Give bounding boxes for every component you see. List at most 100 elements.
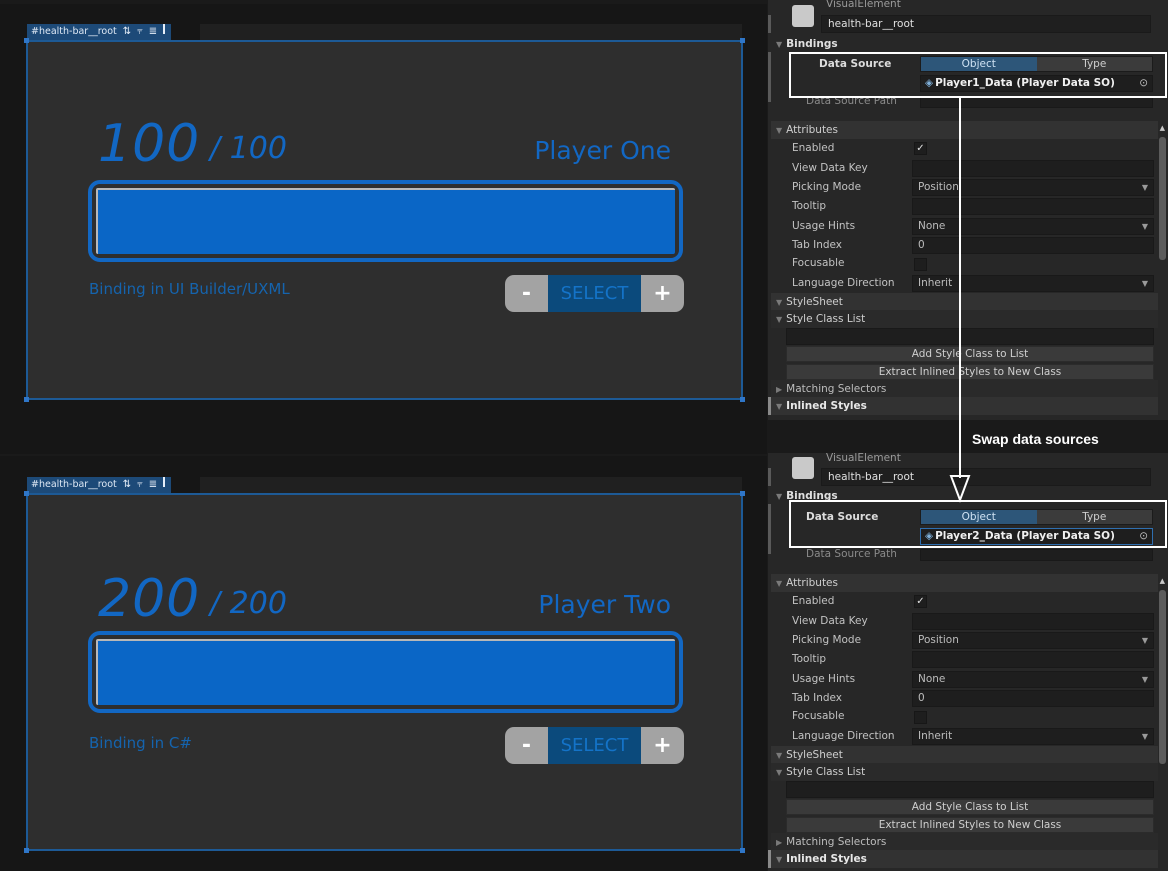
align-top-icon[interactable]: ⫧ <box>137 477 143 493</box>
tab-index-label: Tab Index <box>792 692 843 704</box>
style-class-list-header-label: Style Class List <box>786 313 866 325</box>
language-direction-dropdown[interactable]: Inherit ▼ <box>912 728 1154 745</box>
usage-hints-value: None <box>918 673 946 685</box>
triangle-icon: ▼ <box>776 579 783 588</box>
style-class-input[interactable] <box>786 781 1154 798</box>
stylesheet-header[interactable]: ▼ StyleSheet <box>771 746 1158 764</box>
focusable-checkbox[interactable] <box>914 258 927 271</box>
triangle-icon: ▼ <box>776 768 783 777</box>
player-selector: - SELECT + <box>505 727 684 764</box>
inlined-styles-label: Inlined Styles <box>786 853 867 865</box>
scrollbar[interactable] <box>1159 590 1166 764</box>
enabled-checkbox[interactable]: ✓ <box>914 595 927 608</box>
checkmark-icon: ✓ <box>916 143 925 154</box>
resize-handle[interactable] <box>24 848 29 853</box>
health-bar-panel[interactable]: 200 / 200 Player Two Binding in C# - SEL… <box>24 491 745 853</box>
triangle-icon: ▼ <box>776 402 783 411</box>
sort-icon[interactable]: ⇅ <box>123 477 131 493</box>
resize-handle[interactable] <box>740 491 745 496</box>
player-name: Player One <box>534 136 671 165</box>
triangle-icon: ▶ <box>776 838 783 847</box>
pin-right-icon[interactable] <box>163 477 166 493</box>
decrement-button[interactable]: - <box>505 727 548 764</box>
matching-selectors-label: Matching Selectors <box>786 383 887 395</box>
triangle-icon: ▼ <box>776 315 783 324</box>
highlight-box <box>789 52 1167 98</box>
usage-hints-dropdown[interactable]: None ▼ <box>912 671 1154 688</box>
stylesheet-header-label: StyleSheet <box>786 296 843 308</box>
element-type: VisualElement <box>826 0 901 10</box>
usage-hints-label: Usage Hints <box>792 220 856 232</box>
hp-max: / 100 <box>210 131 287 166</box>
health-bar <box>88 631 683 713</box>
align-middle-icon[interactable]: ≣ <box>149 24 157 40</box>
health-bar-fill <box>96 639 675 705</box>
align-middle-icon[interactable]: ≣ <box>149 477 157 493</box>
element-type: VisualElement <box>826 452 901 464</box>
scroll-up-icon[interactable]: ▲ <box>1160 577 1165 585</box>
stylesheet-header-label: StyleSheet <box>786 749 843 761</box>
hp-current: 100 <box>98 114 201 174</box>
scrollbar[interactable] <box>1159 137 1166 260</box>
chevron-down-icon: ▼ <box>1141 675 1148 684</box>
element-tag[interactable]: #health-bar__root ⇅ ⫧ ≣ <box>27 477 172 493</box>
picking-mode-label: Picking Mode <box>792 634 862 646</box>
add-style-class-button[interactable]: Add Style Class to List <box>786 799 1154 815</box>
binding-caption: Binding in C# <box>89 734 192 752</box>
style-class-list-header[interactable]: ▼ Style Class List <box>771 763 1158 781</box>
swap-arrow-head <box>949 475 971 503</box>
tooltip-label: Tooltip <box>792 653 827 665</box>
increment-button[interactable]: + <box>641 275 684 312</box>
picking-mode-dropdown[interactable]: Position ▼ <box>912 632 1154 649</box>
inlined-styles-header[interactable]: ▼ Inlined Styles <box>771 850 1158 868</box>
health-bar-panel[interactable]: 100 / 100 Player One Binding in UI Build… <box>24 38 745 402</box>
attributes-header-label: Attributes <box>786 577 838 589</box>
scroll-up-icon[interactable]: ▲ <box>1160 124 1165 132</box>
data-source-path-field[interactable] <box>920 549 1153 561</box>
inspector-bottom: VisualElement health-bar__root ▼ Bindings… <box>768 452 1168 871</box>
resize-handle[interactable] <box>24 38 29 43</box>
triangle-icon: ▼ <box>776 751 783 760</box>
matching-selectors-label: Matching Selectors <box>786 836 887 848</box>
tooltip-field[interactable] <box>912 651 1154 668</box>
select-button[interactable]: SELECT <box>548 275 641 312</box>
left-divider <box>768 504 771 554</box>
matching-selectors-header[interactable]: ▶ Matching Selectors <box>771 833 1158 851</box>
resize-handle[interactable] <box>740 397 745 402</box>
tab-index-field[interactable]: 0 <box>912 690 1154 707</box>
view-data-key-label: View Data Key <box>792 615 868 627</box>
element-tag-label: #health-bar__root <box>31 26 117 37</box>
attributes-header-label: Attributes <box>786 124 838 136</box>
align-top-icon[interactable]: ⫧ <box>137 24 143 40</box>
player-name: Player Two <box>538 590 671 619</box>
inlined-styles-label: Inlined Styles <box>786 400 867 412</box>
extract-inlined-styles-button[interactable]: Extract Inlined Styles to New Class <box>786 817 1154 833</box>
element-name-field[interactable]: health-bar__root <box>821 468 1151 486</box>
enabled-checkbox[interactable]: ✓ <box>914 142 927 155</box>
sort-icon[interactable]: ⇅ <box>123 24 131 40</box>
checkmark-icon: ✓ <box>916 596 925 607</box>
tag-strip <box>200 477 742 493</box>
pin-right-icon[interactable] <box>163 24 166 40</box>
tab-index-label: Tab Index <box>792 239 843 251</box>
decrement-button[interactable]: - <box>505 275 548 312</box>
select-button[interactable]: SELECT <box>548 727 641 764</box>
enabled-label: Enabled <box>792 142 835 154</box>
increment-button[interactable]: + <box>641 727 684 764</box>
left-divider <box>768 15 771 33</box>
element-name-field[interactable]: health-bar__root <box>821 15 1151 33</box>
element-icon <box>792 457 814 479</box>
element-tag[interactable]: #health-bar__root ⇅ ⫧ ≣ <box>27 24 172 40</box>
attributes-header[interactable]: ▼ Attributes <box>771 574 1158 592</box>
triangle-icon: ▼ <box>776 492 783 501</box>
bindings-header[interactable]: ▼ Bindings <box>771 35 1158 53</box>
view-data-key-field[interactable] <box>912 613 1154 630</box>
highlight-box <box>789 500 1167 548</box>
resize-handle[interactable] <box>24 397 29 402</box>
language-direction-label: Language Direction <box>792 730 895 742</box>
focusable-checkbox[interactable] <box>914 711 927 724</box>
resize-handle[interactable] <box>740 38 745 43</box>
resize-handle[interactable] <box>24 491 29 496</box>
resize-handle[interactable] <box>740 848 745 853</box>
viewport-top: #health-bar__root ⇅ ⫧ ≣ 100 / 100 Player… <box>0 4 767 454</box>
